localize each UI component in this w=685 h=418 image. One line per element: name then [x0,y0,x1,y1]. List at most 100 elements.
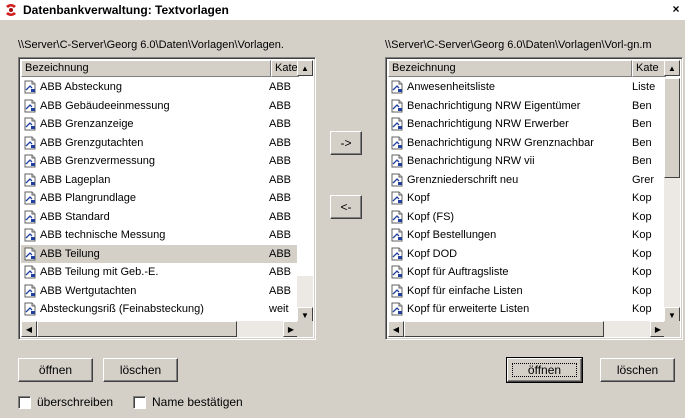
item-category: Ben [632,155,652,168]
scroll-corner [297,321,313,337]
item-category: Kop [632,284,652,297]
list-item[interactable]: Kopf für Auftragsliste Kop [388,263,666,282]
scroll-track[interactable] [297,78,313,276]
item-name: Anwesenheitsliste [407,81,496,94]
copy-to-right-button[interactable]: -> [330,131,362,155]
list-item[interactable]: Absteckungsriß (Feinabsteckung) weit [21,300,299,319]
scroll-up-icon[interactable]: ▲ [664,60,680,76]
item-name: Kopf DOD [407,247,458,260]
left-vertical-scrollbar[interactable]: ▲ ▼ [297,60,313,323]
item-name: ABB Teilung mit Geb.-E. [40,266,159,279]
document-icon [23,99,37,113]
document-icon [390,117,404,131]
list-item[interactable]: ABB technische Messung ABB [21,226,299,245]
scroll-thumb[interactable] [664,78,680,178]
column-header-category[interactable]: Kate [271,60,299,77]
left-open-button[interactable]: öffnen [18,358,93,382]
list-item[interactable]: Kopf Bestellungen Kop [388,226,666,245]
list-item[interactable]: Kopf Kop [388,189,666,208]
list-item[interactable]: ABB Plangrundlage ABB [21,189,299,208]
document-icon [23,154,37,168]
list-item[interactable]: ABB Absteckung ABB [21,78,299,97]
right-template-list[interactable]: Bezeichnung Kate Anwesenheitsliste Liste B… [385,57,683,340]
document-icon [390,154,404,168]
right-delete-button[interactable]: löschen [600,358,675,382]
list-item[interactable]: Benachrichtigung NRW vii Ben [388,152,666,171]
list-item[interactable]: ABB Teilung mit Geb.-E. ABB [21,263,299,282]
scroll-corner [664,321,680,337]
copy-to-left-button[interactable]: <- [330,195,362,219]
left-list-rows: ABB Absteckung ABB ABB Gebäudeeinmessung AB… [21,78,299,323]
item-name: Kopf (FS) [407,210,455,223]
list-item[interactable]: Benachrichtigung NRW Grenznachbar Ben [388,134,666,153]
right-open-button[interactable]: öffnen [506,357,583,383]
document-icon [390,191,404,205]
scroll-left-icon[interactable]: ◀ [21,321,37,337]
item-name: Benachrichtigung NRW Eigentümer [407,99,581,112]
column-header-name[interactable]: Bezeichnung [388,60,632,77]
item-name: ABB Grenzanzeige [40,118,134,131]
item-category: ABB [269,210,292,223]
document-icon [23,210,37,224]
confirm-name-checkbox[interactable]: Name bestätigen [133,395,243,409]
scroll-thumb[interactable] [404,321,604,337]
item-category: ABB [269,229,292,242]
item-category: ABB [269,99,292,112]
item-name: ABB Standard [40,210,110,223]
list-item[interactable]: Kopf DOD Kop [388,245,666,264]
left-template-list[interactable]: Bezeichnung Kate ABB Absteckung ABB ABB Ge… [18,57,316,340]
checkbox-box[interactable] [18,395,31,409]
document-icon [390,247,404,261]
overwrite-checkbox[interactable]: überschreiben [18,395,113,409]
document-icon [23,117,37,131]
item-category: Grer [632,173,654,186]
list-item[interactable]: ABB Wertgutachten ABB [21,282,299,301]
list-item[interactable]: Kopf für einfache Listen Kop [388,282,666,301]
item-category: Ben [632,118,652,131]
item-name: Benachrichtigung NRW vii [407,155,535,168]
item-category: Kop [632,229,652,242]
list-item[interactable]: ABB Grenzanzeige ABB [21,115,299,134]
item-name: Benachrichtigung NRW Grenznachbar [407,136,594,149]
item-name: ABB technische Messung [40,229,166,242]
column-header-category[interactable]: Kate [632,60,666,77]
list-item[interactable]: ABB Gebäudeeinmessung ABB [21,97,299,116]
item-category: Kop [632,303,652,316]
left-list-header: Bezeichnung Kate [21,60,299,77]
list-item[interactable]: Benachrichtigung NRW Erwerber Ben [388,115,666,134]
document-icon [23,284,37,298]
list-item[interactable]: Kopf für erweiterte Listen Kop [388,300,666,319]
left-horizontal-scrollbar[interactable]: ◀ ▶ [21,321,299,337]
list-item[interactable]: Anwesenheitsliste Liste [388,78,666,97]
list-item[interactable]: Benachrichtigung NRW Eigentümer Ben [388,97,666,116]
item-category: ABB [269,247,292,260]
column-header-name[interactable]: Bezeichnung [21,60,271,77]
item-name: Kopf für einfache Listen [407,284,523,297]
list-item[interactable]: ABB Grenzvermessung ABB [21,152,299,171]
close-icon[interactable]: × [669,2,683,16]
left-delete-button[interactable]: löschen [103,358,178,382]
list-item[interactable]: ABB Standard ABB [21,208,299,227]
list-item[interactable]: Kopf (FS) Kop [388,208,666,227]
item-category: Kop [632,266,652,279]
list-item[interactable]: ABB Lageplan ABB [21,171,299,190]
item-category: ABB [269,284,292,297]
list-item[interactable]: ABB Grenzgutachten ABB [21,134,299,153]
item-category: Ben [632,99,652,112]
right-vertical-scrollbar[interactable]: ▲ ▼ [664,60,680,323]
item-name: ABB Lageplan [40,173,111,186]
document-icon [23,228,37,242]
right-horizontal-scrollbar[interactable]: ◀ ▶ [388,321,666,337]
checkbox-box[interactable] [133,395,146,409]
scroll-up-icon[interactable]: ▲ [297,60,313,76]
list-item[interactable]: Grenzniederschrift neu Grer [388,171,666,190]
item-category: weit [269,303,289,316]
list-item[interactable]: ABB Teilung ABB [21,244,299,263]
document-icon [390,99,404,113]
item-category: Kop [632,192,652,205]
item-name: Absteckungsriß (Feinabsteckung) [40,303,204,316]
scroll-thumb[interactable] [37,321,237,337]
scroll-left-icon[interactable]: ◀ [388,321,404,337]
right-path-label: \\Server\C-Server\Georg 6.0\Daten\Vorlag… [385,39,652,51]
document-icon [23,247,37,261]
